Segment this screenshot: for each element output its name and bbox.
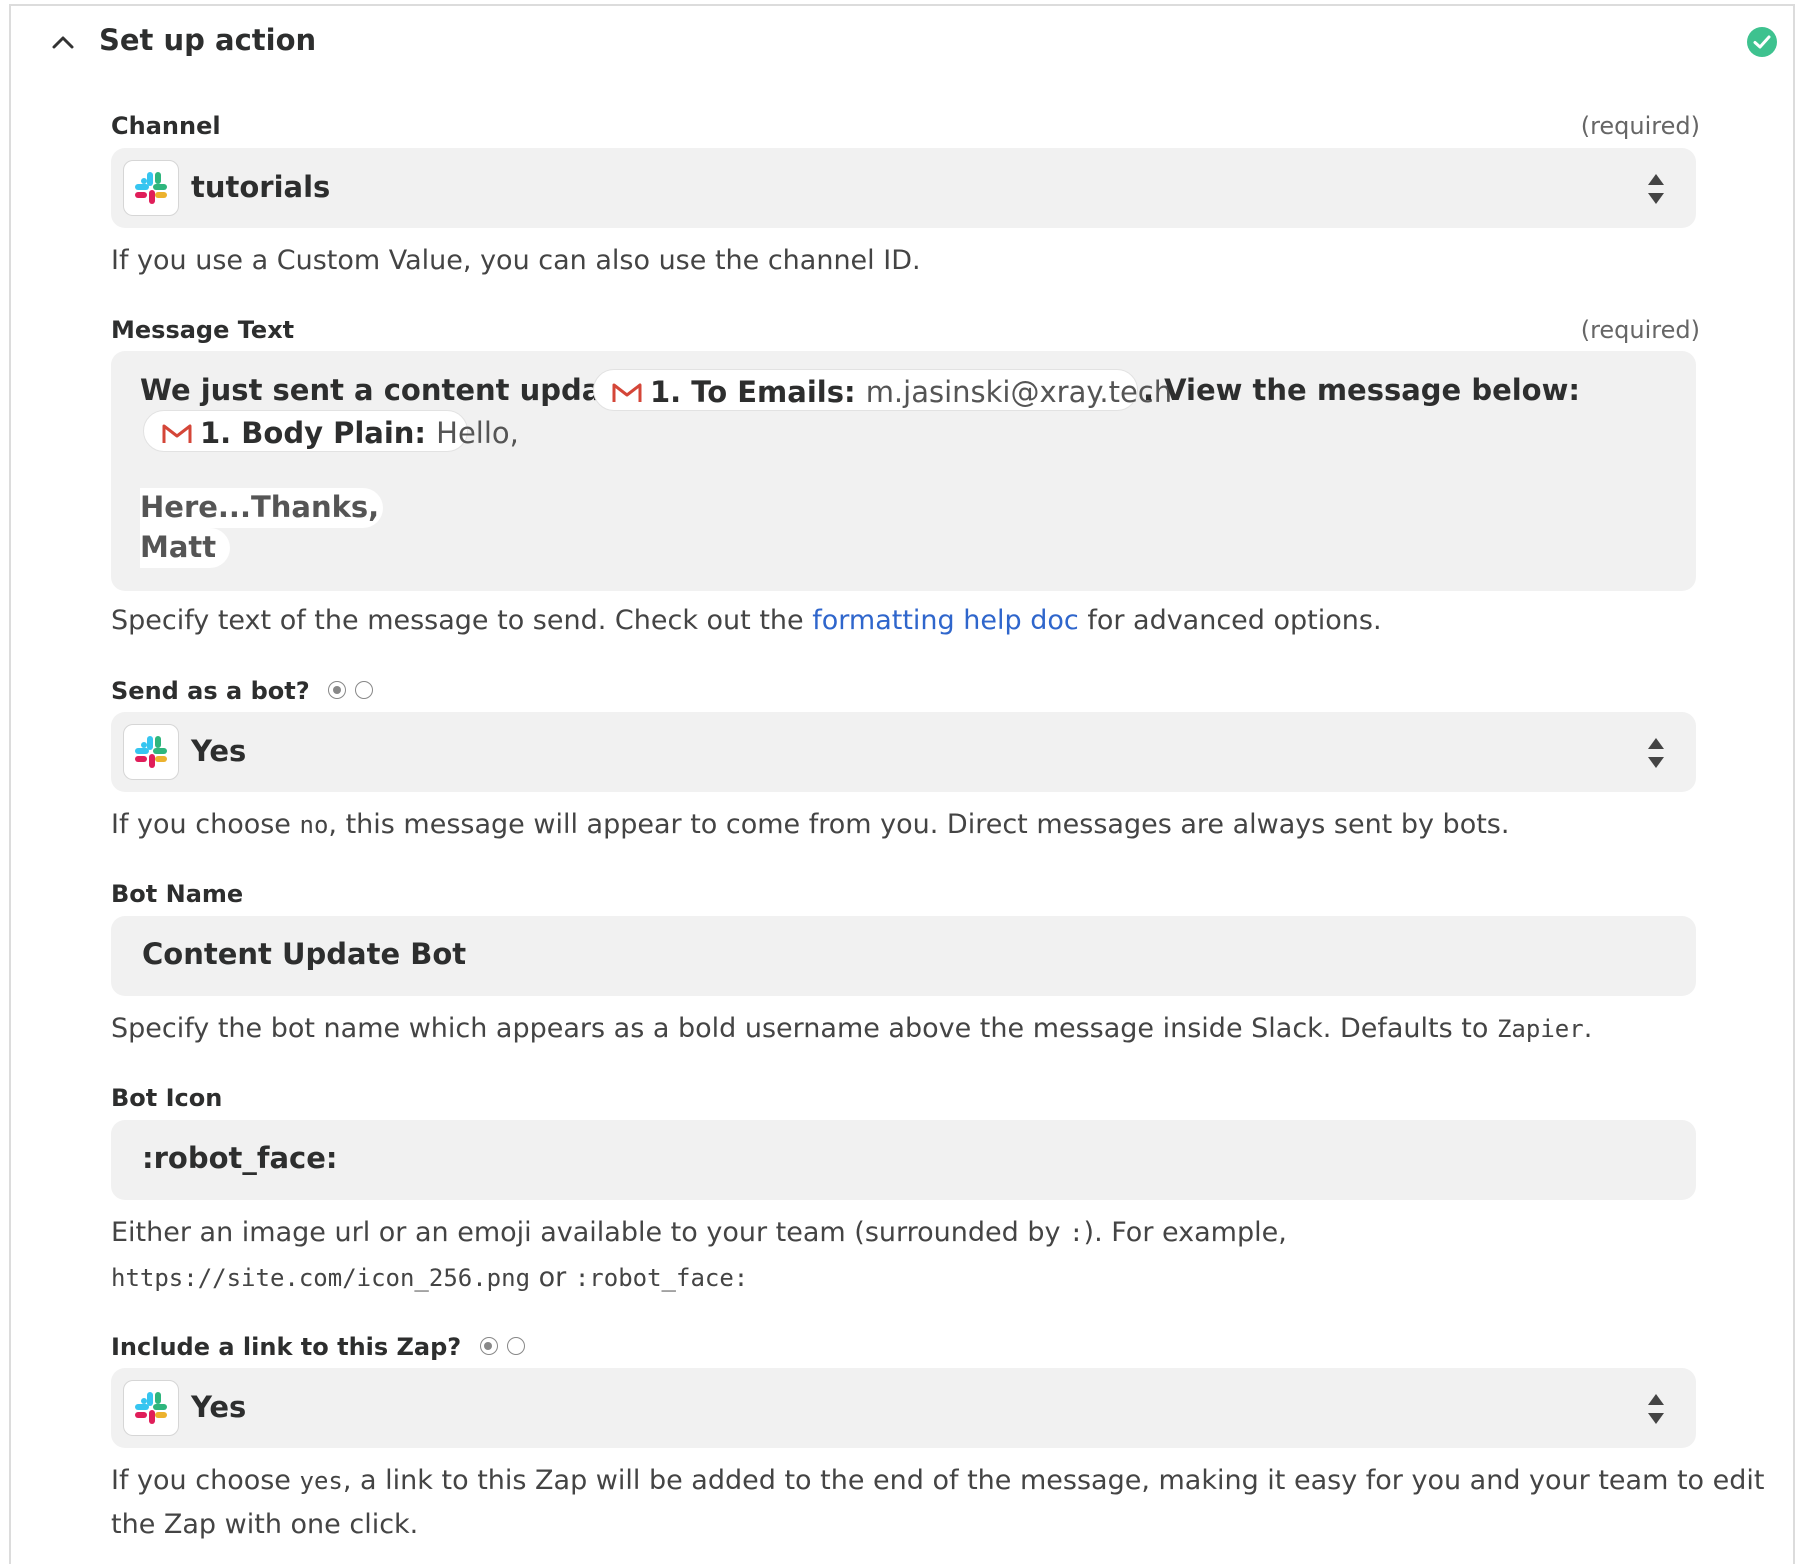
select-updown-icon (1648, 174, 1664, 204)
message-line1-suffix: . View the message below: (1143, 373, 1580, 407)
to-emails-pill[interactable]: 1. To Emails: m.jasinski@xray.tech (593, 369, 1172, 411)
gmail-icon (162, 424, 192, 444)
message-label: Message Text (111, 316, 295, 344)
body-plain-key: 1. Body Plain: Hello, (200, 416, 519, 450)
channel-select[interactable]: tutorials (111, 148, 1696, 228)
include-link-help-line2: the Zap with one click. (111, 1509, 419, 1540)
bot-name-help: Specify the bot name which appears as a … (111, 1013, 1593, 1044)
bot-name-input[interactable]: Content Update Bot (111, 916, 1696, 996)
message-required: (required) (1580, 316, 1700, 344)
formatting-help-link[interactable]: formatting help doc (812, 605, 1078, 636)
include-link-select[interactable]: Yes (111, 1368, 1696, 1448)
include-link-value: Yes (191, 1390, 247, 1424)
message-text-input[interactable]: We just sent a content update to 1. To E… (111, 351, 1696, 591)
bot-name-label: Bot Name (111, 880, 244, 908)
send-as-bot-help: If you choose no, this message will appe… (111, 809, 1510, 840)
bot-icon-input[interactable]: :robot_face: (111, 1120, 1696, 1200)
channel-required: (required) (1580, 112, 1700, 140)
send-as-bot-select[interactable]: Yes (111, 712, 1696, 792)
gmail-icon (612, 383, 642, 403)
radio-on[interactable] (328, 681, 346, 699)
bot-icon-label: Bot Icon (111, 1084, 223, 1112)
select-updown-icon (1648, 1394, 1664, 1424)
body-plain-line3: Here...Thanks, (140, 488, 384, 528)
radio-off[interactable] (506, 1337, 525, 1355)
slack-icon (123, 1380, 179, 1436)
body-plain-line4: Matt (140, 528, 231, 568)
bot-icon-value: :robot_face: (142, 1141, 338, 1175)
channel-value: tutorials (191, 170, 331, 204)
bot-name-value: Content Update Bot (142, 937, 467, 971)
radio-off[interactable] (355, 681, 373, 699)
radio-on[interactable] (479, 1337, 498, 1355)
section-header: Set up action (11, 6, 1793, 78)
to-emails-key: 1. To Emails: m.jasinski@xray.tech (650, 375, 1173, 409)
setup-action-panel: Set up action Channel (required) tutoria… (9, 4, 1795, 1564)
include-link-label: Include a link to this Zap? (111, 1331, 534, 1361)
success-check-icon (1747, 27, 1777, 57)
send-as-bot-label: Send as a bot? (111, 675, 382, 705)
bot-icon-help-line2: https://site.com/icon_256.png or :robot_… (111, 1262, 749, 1293)
section-title: Set up action (99, 23, 317, 57)
channel-label: Channel (111, 112, 221, 140)
body-plain-pill[interactable]: 1. Body Plain: Hello, (143, 410, 519, 452)
slack-icon (123, 724, 179, 780)
select-updown-icon (1648, 738, 1664, 768)
bot-icon-help-line1: Either an image url or an emoji availabl… (111, 1217, 1287, 1248)
channel-help: If you use a Custom Value, you can also … (111, 245, 921, 276)
message-help: Specify text of the message to send. Che… (111, 605, 1382, 636)
collapse-chevron-up-icon[interactable] (41, 20, 85, 64)
slack-icon (123, 160, 179, 216)
send-as-bot-value: Yes (191, 734, 247, 768)
include-link-help-line1: If you choose yes, a link to this Zap wi… (111, 1465, 1765, 1496)
